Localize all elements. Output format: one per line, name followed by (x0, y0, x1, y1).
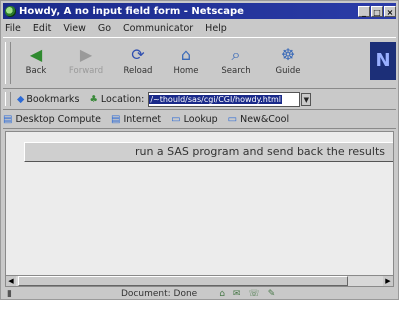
navigation-toolbar: ◀ Back ▶ Forward ⟳ Reload ⌂ Home ⌕ Searc… (3, 37, 396, 89)
title-bar: Howdy, A no input field form - Netscape … (3, 3, 396, 19)
forward-button[interactable]: ▶ Forward (63, 44, 109, 84)
composer-icon[interactable]: ✎ (268, 289, 276, 299)
guide-label: Guide (275, 66, 301, 76)
menu-communicator[interactable]: Communicator (123, 23, 193, 34)
home-label: Home (173, 66, 199, 76)
personal-item-label: New&Cool (240, 113, 290, 125)
reload-icon: ⟳ (131, 45, 145, 64)
folder-icon: ▭ (227, 113, 238, 125)
browser-window: Howdy, A no input field form - Netscape … (0, 0, 399, 300)
netscape-app-icon (5, 5, 16, 17)
location-icon: ♣ (89, 93, 98, 105)
bookmark-icon: ▤ (3, 113, 13, 125)
mail-icon[interactable]: ✉ (233, 289, 241, 299)
personal-item-label: Internet (123, 113, 162, 125)
search-label: Search (221, 66, 251, 76)
horizontal-scrollbar[interactable]: ◀ ▶ (5, 275, 394, 287)
reload-label: Reload (123, 66, 153, 76)
home-button[interactable]: ⌂ Home (163, 44, 209, 84)
personal-item-label: Desktop Compute (15, 113, 101, 125)
location-grip[interactable] (5, 92, 11, 106)
bookmark-icon[interactable]: ◆ (17, 94, 24, 105)
scroll-thumb[interactable] (18, 276, 348, 286)
security-icon[interactable]: ▮ (7, 289, 21, 299)
submit-button[interactable]: run a SAS program and send back the resu… (24, 142, 393, 162)
home-icon: ⌂ (180, 45, 192, 64)
search-button[interactable]: ⌕ Search (213, 44, 259, 84)
menu-view[interactable]: View (63, 23, 86, 34)
url-text: /~thould/sas/cgi/CGI/howdy.html (149, 94, 282, 104)
minimize-button[interactable]: _ (358, 5, 370, 17)
folder-icon: ▭ (171, 113, 181, 125)
menu-file[interactable]: File (5, 23, 21, 34)
component-bar: ⌂ ✉ ☏ ✎ (219, 289, 275, 299)
menu-help[interactable]: Help (205, 23, 227, 34)
bookmark-icon: ▤ (110, 113, 121, 125)
location-label: Location: (100, 93, 145, 105)
back-label: Back (25, 66, 47, 76)
discussion-icon[interactable]: ☏ (248, 289, 259, 299)
guide-icon: ☸ (280, 45, 296, 64)
menu-go[interactable]: Go (98, 23, 111, 34)
url-input[interactable]: /~thould/sas/cgi/CGI/howdy.html (148, 91, 301, 107)
close-button[interactable]: × (384, 5, 396, 17)
location-bar: ◆ Bookmarks ♣ Location: /~thould/sas/cgi… (3, 89, 396, 110)
netscape-logo[interactable]: N (370, 42, 396, 80)
search-icon: ⌕ (231, 45, 241, 64)
reload-button[interactable]: ⟳ Reload (115, 44, 161, 84)
guide-button[interactable]: ☸ Guide (265, 44, 311, 84)
personal-toolbar: ▤ Desktop Compute ▤ Internet ▭ Lookup ▭ New&… (3, 110, 396, 129)
forward-arrow-icon: ▶ (79, 45, 93, 64)
status-text: Document: Done (121, 289, 198, 299)
back-button[interactable]: ◀ Back (13, 44, 59, 84)
toolbar-grip[interactable] (5, 42, 11, 84)
url-dropdown-button[interactable]: ▼ (301, 92, 312, 106)
personal-item-desktop-compute[interactable]: ▤ Desktop Compute (3, 114, 101, 125)
personal-item-lookup[interactable]: ▭ Lookup (171, 114, 217, 125)
navigator-icon[interactable]: ⌂ (219, 289, 225, 299)
menu-edit[interactable]: Edit (33, 23, 51, 34)
back-arrow-icon: ◀ (29, 45, 43, 64)
scroll-right-icon[interactable]: ▶ (383, 276, 393, 286)
page-content: run a SAS program and send back the resu… (5, 131, 394, 279)
forward-label: Forward (68, 66, 104, 76)
bookmarks-button[interactable]: Bookmarks (26, 94, 79, 105)
window-title: Howdy, A no input field form - Netscape (19, 5, 244, 17)
menu-bar: File Edit View Go Communicator Help (5, 21, 394, 35)
personal-item-new-cool[interactable]: ▭ New&Cool (228, 114, 289, 125)
personal-item-label: Lookup (183, 113, 218, 125)
maximize-button[interactable]: □ (371, 5, 383, 17)
scroll-left-icon[interactable]: ◀ (6, 276, 16, 286)
status-bar: ▮ Document: Done ⌂ ✉ ☏ ✎ (3, 288, 396, 299)
personal-item-internet[interactable]: ▤ Internet (111, 114, 161, 125)
